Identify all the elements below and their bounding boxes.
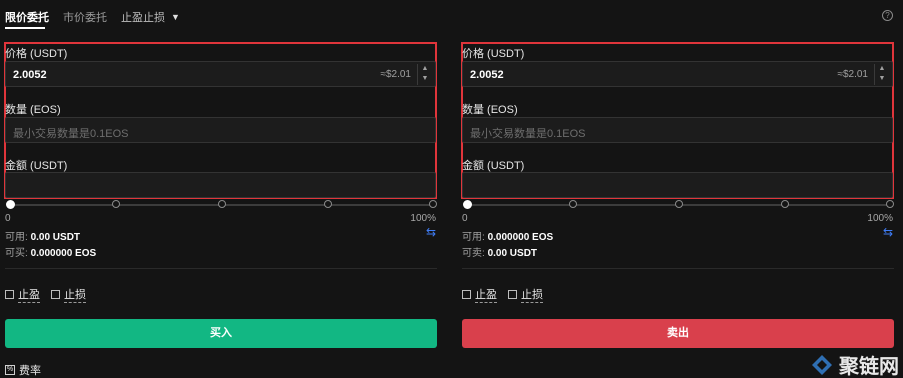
available-balance: 可用: 0.00 USDT xyxy=(5,228,80,243)
divider xyxy=(462,268,894,269)
fee-rate-link[interactable]: % 费率 xyxy=(5,362,41,378)
price-label: 价格 (USDT) xyxy=(462,48,525,60)
amount-input[interactable]: 最小交易数量是0.1EOS xyxy=(5,117,436,143)
stepper-up-icon[interactable]: ▲ xyxy=(418,64,432,74)
take-profit-checkbox[interactable]: 止盈 xyxy=(462,286,497,303)
sell-button[interactable]: 卖出 xyxy=(462,319,894,348)
slider-handle[interactable] xyxy=(463,200,472,209)
sell-panel: 价格 (USDT) 2.0052 ≈$2.01 ▲ ▼ 数量 (EOS) 最小交… xyxy=(461,0,894,378)
stepper-down-icon[interactable]: ▼ xyxy=(875,74,889,84)
price-label: 价格 (USDT) xyxy=(5,48,68,60)
amount-slider[interactable] xyxy=(463,200,894,209)
checkbox-box[interactable] xyxy=(51,290,60,299)
total-input[interactable] xyxy=(462,172,893,198)
amount-placeholder: 最小交易数量是0.1EOS xyxy=(13,128,129,140)
price-value: 2.0052 xyxy=(470,69,504,81)
total-input[interactable] xyxy=(5,172,436,198)
max-buy-value: 0.000000 EOS xyxy=(30,248,97,259)
stop-loss-checkbox[interactable]: 止损 xyxy=(508,286,543,303)
slider-tick[interactable] xyxy=(429,200,437,208)
slider-max-label: 100% xyxy=(867,213,893,224)
slider-max-label: 100% xyxy=(410,213,436,224)
fee-label: 费率 xyxy=(19,365,41,377)
watermark-logo: 聚链网 xyxy=(811,350,899,378)
price-approx: ≈$2.01 xyxy=(380,69,411,80)
stepper-down-icon[interactable]: ▼ xyxy=(418,74,432,84)
available-label: 可用: xyxy=(5,232,28,243)
divider xyxy=(5,268,437,269)
max-buy-label: 可买: xyxy=(5,248,28,259)
slider-tick[interactable] xyxy=(112,200,120,208)
take-profit-label: 止盈 xyxy=(475,286,497,303)
slider-min-label: 0 xyxy=(5,213,11,224)
fee-icon: % xyxy=(5,365,15,375)
price-approx: ≈$2.01 xyxy=(837,69,868,80)
checkbox-box[interactable] xyxy=(462,290,471,299)
amount-label: 数量 (EOS) xyxy=(5,104,61,116)
price-stepper[interactable]: ▲ ▼ xyxy=(417,64,432,85)
amount-slider[interactable] xyxy=(6,200,437,209)
amount-placeholder: 最小交易数量是0.1EOS xyxy=(470,128,586,140)
price-stepper[interactable]: ▲ ▼ xyxy=(874,64,889,85)
stop-loss-label: 止损 xyxy=(521,286,543,303)
take-profit-checkbox[interactable]: 止盈 xyxy=(5,286,40,303)
swap-arrows-icon[interactable]: ⇆ xyxy=(883,225,893,239)
slider-min-label: 0 xyxy=(462,213,468,224)
buy-button[interactable]: 买入 xyxy=(5,319,437,348)
available-value: 0.00 USDT xyxy=(30,232,81,243)
total-label: 金额 (USDT) xyxy=(462,160,525,172)
take-profit-label: 止盈 xyxy=(18,286,40,303)
slider-tick[interactable] xyxy=(886,200,894,208)
watermark-text: 聚链网 xyxy=(839,354,899,378)
amount-label: 数量 (EOS) xyxy=(462,104,518,116)
watermark-emblem-icon xyxy=(812,354,832,375)
checkbox-box[interactable] xyxy=(508,290,517,299)
price-input[interactable]: 2.0052 ≈$2.01 ▲ ▼ xyxy=(5,61,436,87)
max-buy: 可买: 0.000000 EOS xyxy=(5,244,96,259)
stepper-up-icon[interactable]: ▲ xyxy=(875,64,889,74)
max-sell-value: 0.00 USDT xyxy=(487,248,538,259)
swap-arrows-icon[interactable]: ⇆ xyxy=(426,225,436,239)
stop-loss-label: 止损 xyxy=(64,286,86,303)
total-label: 金额 (USDT) xyxy=(5,160,68,172)
stop-loss-checkbox[interactable]: 止损 xyxy=(51,286,86,303)
available-value: 0.000000 EOS xyxy=(487,232,554,243)
amount-input[interactable]: 最小交易数量是0.1EOS xyxy=(462,117,893,143)
available-label: 可用: xyxy=(462,232,485,243)
buy-panel: 价格 (USDT) 2.0052 ≈$2.01 ▲ ▼ 数量 (EOS) 最小交… xyxy=(4,0,437,378)
slider-tick[interactable] xyxy=(218,200,226,208)
slider-tick[interactable] xyxy=(675,200,683,208)
price-input[interactable]: 2.0052 ≈$2.01 ▲ ▼ xyxy=(462,61,893,87)
max-sell-label: 可卖: xyxy=(462,248,485,259)
available-balance: 可用: 0.000000 EOS xyxy=(462,228,553,243)
slider-tick[interactable] xyxy=(324,200,332,208)
slider-tick[interactable] xyxy=(781,200,789,208)
price-value: 2.0052 xyxy=(13,69,47,81)
slider-handle[interactable] xyxy=(6,200,15,209)
checkbox-box[interactable] xyxy=(5,290,14,299)
max-sell: 可卖: 0.00 USDT xyxy=(462,244,537,259)
slider-tick[interactable] xyxy=(569,200,577,208)
